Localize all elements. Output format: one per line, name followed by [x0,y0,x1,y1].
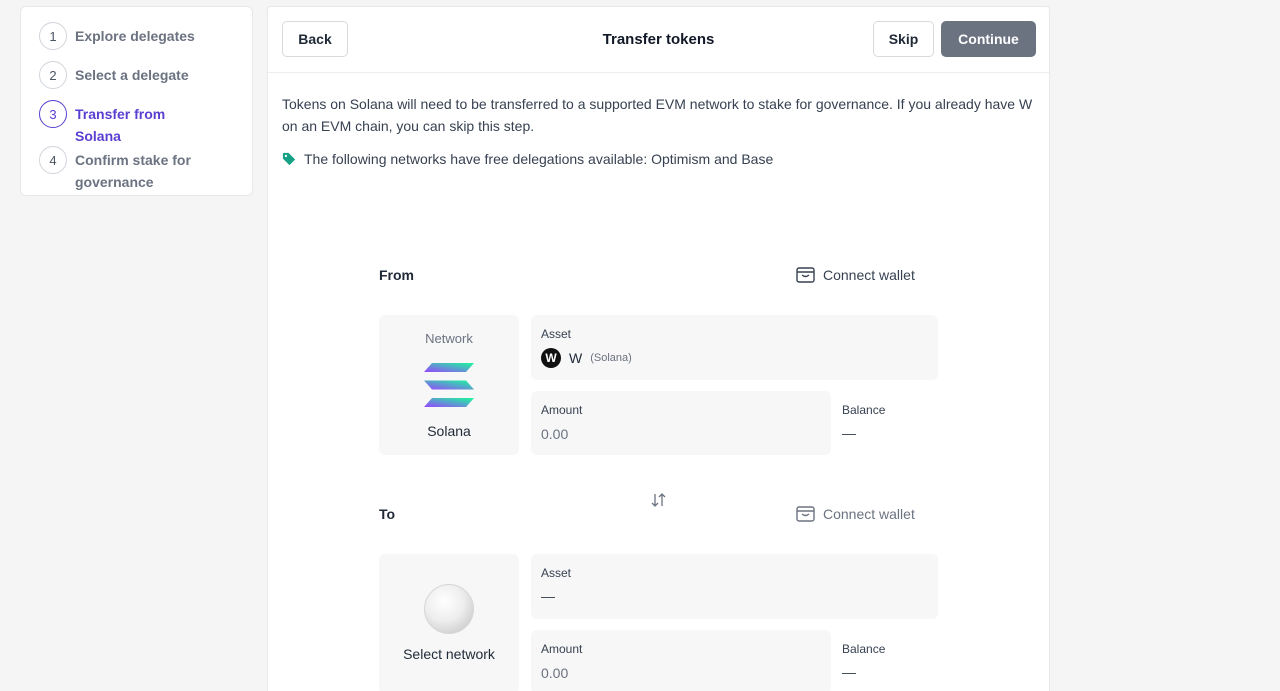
step-number: 1 [39,22,67,50]
to-balance-value: — [842,664,856,680]
amount-input[interactable]: 0.00 [541,665,568,681]
card-header: Back Transfer tokens Skip Continue [268,7,1049,73]
step-label: Explore delegates [75,28,195,44]
tag-icon [282,152,296,166]
amount-label: Amount [541,403,583,417]
from-balance-value: — [842,425,856,441]
transfer-card: Back Transfer tokens Skip Continue Token… [267,6,1050,691]
asset-label: Asset [541,327,572,341]
asset-value: — [541,588,555,604]
swap-direction-icon[interactable] [650,491,668,509]
to-network-selector[interactable]: Select network [379,554,519,691]
step-label: Transfer from Solana [75,106,166,144]
continue-button[interactable]: Continue [941,21,1036,57]
step-number: 3 [39,100,67,128]
step-confirm-stake[interactable]: 4 Confirm stake for governance [39,146,215,193]
amount-input[interactable]: 0.00 [541,426,568,442]
from-label: From [379,267,414,283]
to-label: To [379,506,396,522]
step-number: 4 [39,146,67,174]
wallet-icon [796,267,815,283]
network-placeholder-icon [424,584,474,634]
asset-row: W W (Solana) [541,348,632,368]
network-name: Select network [403,646,495,662]
step-number: 2 [39,61,67,89]
wallet-icon [796,506,815,522]
skip-button[interactable]: Skip [873,21,934,57]
asset-symbol: W [569,350,583,366]
asset-label: Asset [541,566,572,580]
connect-wallet-label: Connect wallet [823,266,915,283]
step-label: Select a delegate [75,67,189,83]
to-asset-field[interactable]: Asset — [531,554,938,619]
to-connect-wallet[interactable]: Connect wallet [796,505,915,522]
free-delegation-notice: The following networks have free delegat… [282,151,773,167]
from-connect-wallet[interactable]: Connect wallet [796,266,915,283]
free-delegation-text: The following networks have free delegat… [304,151,774,167]
connect-wallet-label: Connect wallet [823,505,915,522]
step-explore-delegates[interactable]: 1 Explore delegates [39,22,215,50]
from-balance-label: Balance [842,403,886,417]
network-name: Solana [427,423,471,439]
to-balance-label: Balance [842,642,886,656]
step-label: Confirm stake for governance [75,152,191,190]
from-asset-selector[interactable]: Asset W W (Solana) [531,315,938,380]
wormhole-w-icon: W [541,348,561,368]
to-amount-field[interactable]: Amount 0.00 [531,630,831,691]
asset-chain: (Solana) [590,352,632,364]
stepper: 1 Explore delegates 2 Select a delegate … [20,6,253,196]
step-transfer-from-solana[interactable]: 3 Transfer from Solana [39,100,215,147]
step-select-delegate[interactable]: 2 Select a delegate [39,61,215,89]
from-amount-field[interactable]: Amount 0.00 [531,391,831,455]
intro-text: Tokens on Solana will need to be transfe… [282,96,1033,134]
from-network-selector[interactable]: Network Solana [379,315,519,455]
network-caption: Network [425,331,473,346]
amount-label: Amount [541,642,583,656]
solana-logo-icon [424,363,474,407]
